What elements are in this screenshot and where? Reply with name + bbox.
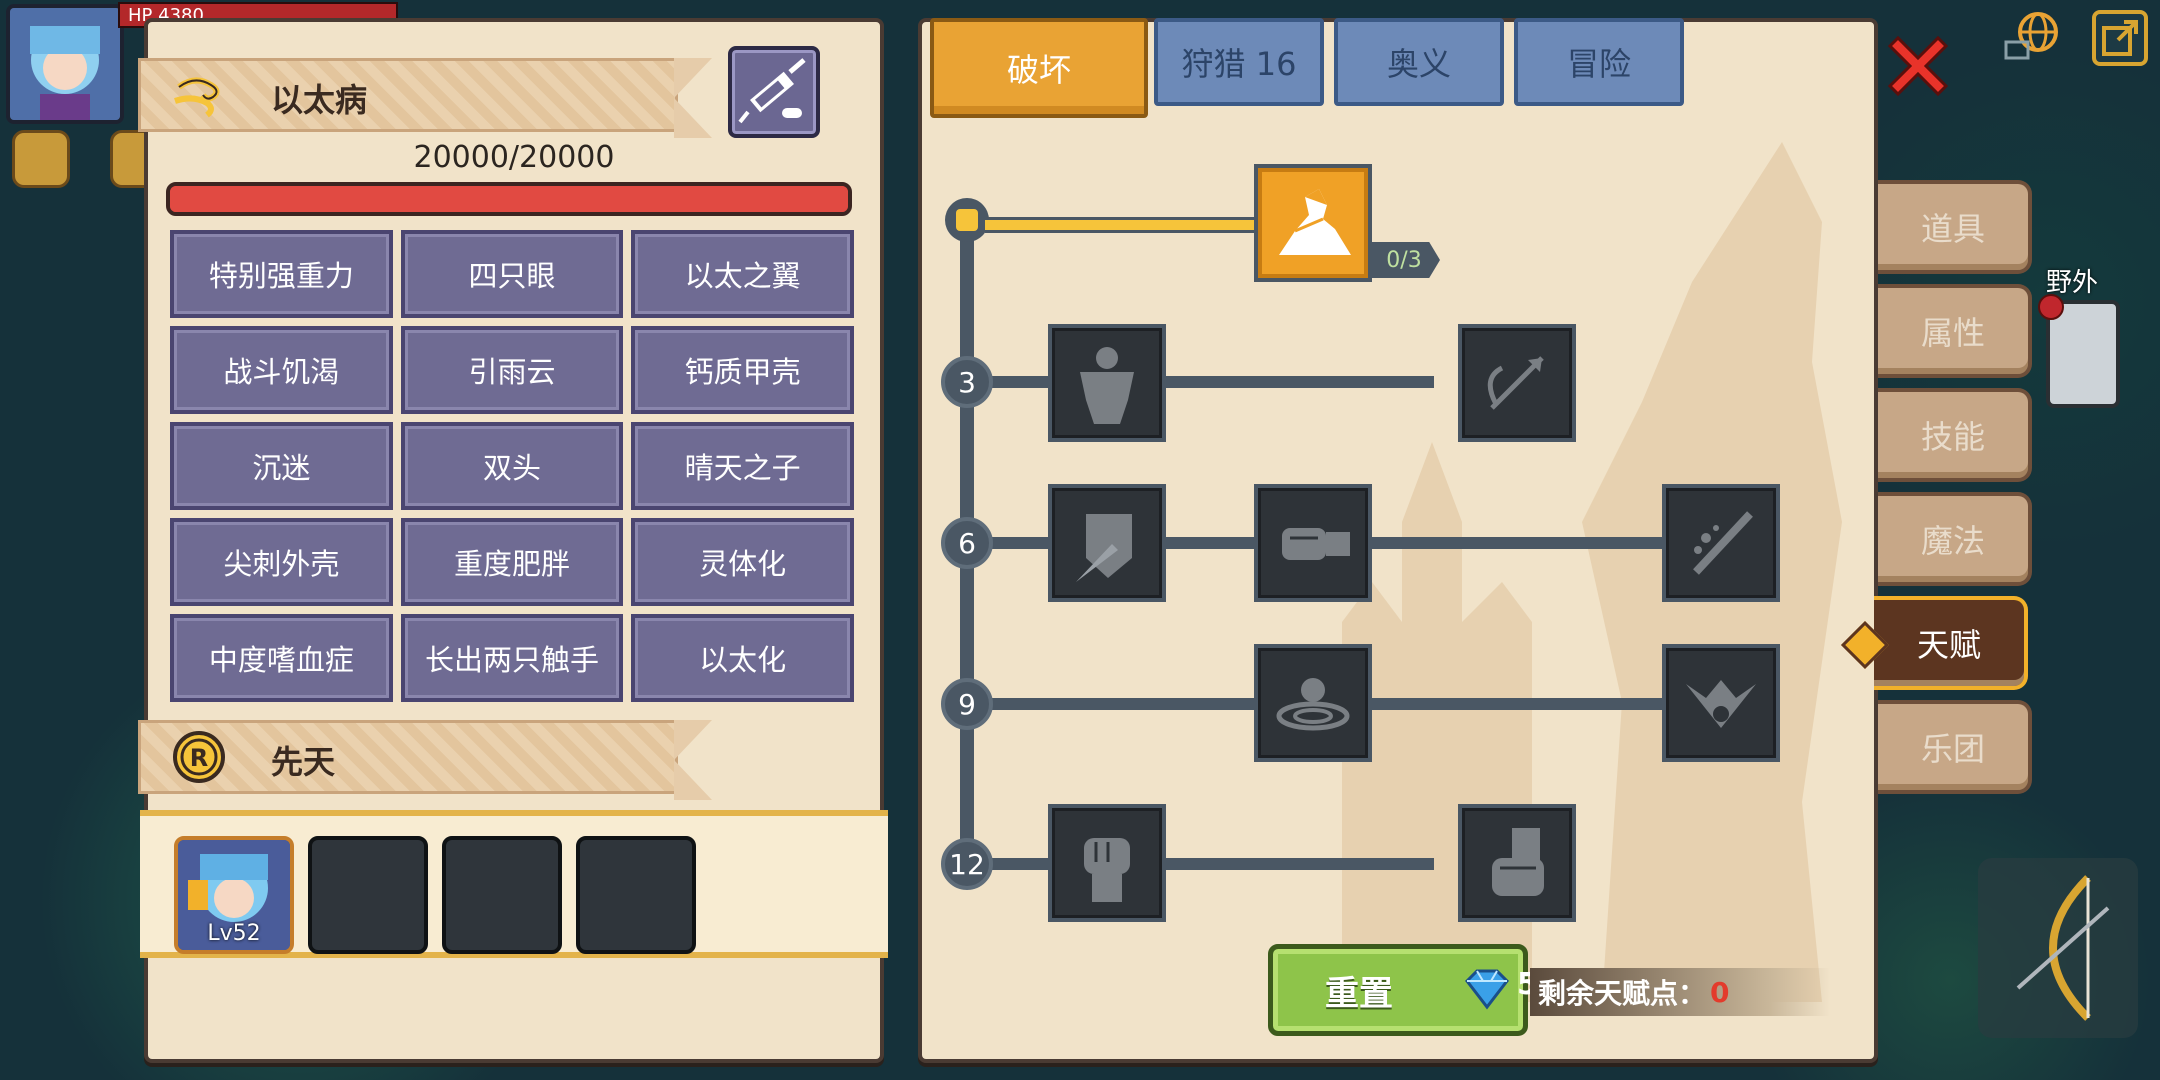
trait-cell[interactable]: 长出两只触手: [400, 614, 624, 702]
trait-cell[interactable]: 沉迷: [170, 422, 393, 510]
diamond-gem-icon: [1465, 969, 1509, 1010]
side-menu-magic[interactable]: 魔法: [1878, 492, 2032, 586]
skill-muscle-body[interactable]: [1048, 324, 1166, 442]
trait-cell[interactable]: 重度肥胖: [400, 518, 624, 606]
trait-cell[interactable]: 四只眼: [400, 230, 624, 318]
skill-sword-splash[interactable]: [1662, 484, 1780, 602]
arm-wrestle-icon: [1279, 189, 1351, 255]
trait-cell[interactable]: 中度嗜血症: [170, 614, 393, 702]
disease-hp-fill: [170, 186, 848, 212]
side-menu-skills[interactable]: 技能: [1878, 388, 2032, 482]
tree-root-marker: [956, 209, 978, 231]
disease-hp-text: 20000/20000: [413, 140, 615, 175]
muscle-body-icon: [1080, 347, 1134, 424]
ether-wind-icon: [174, 77, 220, 118]
tab-destroy[interactable]: 破坏: [930, 18, 1148, 118]
innate-r-icon: R: [173, 731, 225, 783]
remaining-label: 剩余天赋点：: [1538, 977, 1707, 1010]
demon-wings-icon: [1686, 680, 1756, 728]
tree-active-connector: [985, 217, 1257, 233]
bow-weapon-button[interactable]: [1978, 858, 2138, 1038]
disease-title: 以太病: [271, 81, 368, 119]
innate-slot-empty[interactable]: [442, 836, 562, 954]
trait-grid: 特别强重力 四只眼 以太之翼战斗饥渴 引雨云 钙质甲壳沉迷 双头 晴天之子尖刺外壳 重度肥胖灵…: [170, 230, 854, 702]
ripple-orb-icon: [1276, 678, 1350, 731]
trait-cell[interactable]: 灵体化: [631, 518, 854, 606]
skill-ripple-orb[interactable]: [1254, 644, 1372, 762]
skill-counter: 0/3: [1368, 242, 1440, 278]
skill-demon-wings[interactable]: [1662, 644, 1780, 762]
side-menu-talent[interactable]: 天赋: [1874, 596, 2028, 690]
tier-level-node: 12: [941, 838, 993, 890]
trait-cell[interactable]: 以太之翼: [631, 230, 854, 318]
shield-slash-icon: [1076, 514, 1132, 582]
trait-cell[interactable]: 特别强重力: [170, 230, 393, 318]
skill-dodge-arrow[interactable]: [1458, 324, 1576, 442]
tier-connector: [974, 858, 1434, 870]
buff-badge-icon[interactable]: [12, 130, 70, 188]
skill-raised-fist[interactable]: [1048, 804, 1166, 922]
side-menu-items[interactable]: 道具: [1878, 180, 2032, 274]
syringe-icon: [738, 58, 806, 124]
character-portrait-icon: [10, 8, 120, 120]
sword-splash-icon: [1693, 511, 1753, 575]
innate-slot-empty[interactable]: [308, 836, 428, 954]
globe-language-icon[interactable]: [2004, 10, 2064, 66]
tier-level-node: 3: [941, 356, 993, 408]
gauntlet-fist-icon: [1492, 828, 1544, 896]
skill-gauntlet-fist[interactable]: [1458, 804, 1576, 922]
trait-cell[interactable]: 晴天之子: [631, 422, 854, 510]
remaining-value: 0: [1710, 975, 1730, 1009]
trait-cell[interactable]: 双头: [400, 422, 624, 510]
svg-text:R: R: [190, 744, 208, 772]
reset-label: 重置: [1325, 973, 1393, 1014]
dodge-arrow-icon: [1487, 356, 1544, 410]
disease-hp-bar: [166, 182, 852, 216]
skill-shield-slash[interactable]: [1048, 484, 1166, 602]
close-icon[interactable]: [1880, 28, 1956, 104]
remaining-talent-points: 剩余天赋点： 0: [1530, 968, 1830, 1016]
side-menu-band[interactable]: 乐团: [1878, 700, 2032, 794]
skill-arm-wrestle[interactable]: [1254, 164, 1372, 282]
tier-level-node: 9: [941, 678, 993, 730]
innate-title-ribbon: R 先天: [138, 720, 678, 794]
trait-cell[interactable]: 钙质甲壳: [631, 326, 854, 414]
innate-slots-row: Lv52: [140, 810, 888, 958]
external-link-button[interactable]: [2092, 10, 2148, 66]
side-menu-attributes[interactable]: 属性: [1878, 284, 2032, 378]
tier-level-node: 6: [941, 517, 993, 569]
disease-title-ribbon: 以太病: [138, 58, 678, 132]
reset-talents-button[interactable]: 重置 5: [1268, 944, 1538, 1036]
trait-cell[interactable]: 战斗饥渴: [170, 326, 393, 414]
tab-hunt[interactable]: 狩猎 16: [1154, 18, 1324, 106]
disease-panel: 以太病 20000/20000 特别强重力 四只眼 以太之翼战斗饥渴 引雨云 钙质甲壳沉…: [138, 18, 888, 1063]
innate-slot-character[interactable]: Lv52: [174, 836, 294, 954]
trait-cell[interactable]: 引雨云: [400, 326, 624, 414]
slot-level: Lv52: [207, 921, 261, 946]
trait-cell[interactable]: 以太化: [631, 614, 854, 702]
tier-connector: [974, 376, 1434, 388]
syringe-button[interactable]: [728, 46, 820, 138]
notification-dot: [2038, 294, 2064, 320]
trait-cell[interactable]: 尖刺外壳: [170, 518, 393, 606]
tab-adventure[interactable]: 冒险: [1514, 18, 1684, 106]
ribbon-tail: [674, 720, 712, 800]
player-avatar[interactable]: [6, 4, 124, 124]
innate-slot-empty[interactable]: [576, 836, 696, 954]
external-link-icon: [2102, 20, 2138, 56]
innate-title: 先天: [271, 743, 336, 781]
tab-mystery[interactable]: 奥义: [1334, 18, 1504, 106]
bow-icon: [2016, 875, 2110, 1021]
skill-fist-punch[interactable]: [1254, 484, 1372, 602]
raised-fist-icon: [1084, 838, 1130, 902]
fist-punch-icon: [1282, 528, 1350, 560]
phone-device-button[interactable]: [2038, 294, 2120, 408]
ribbon-tail: [674, 58, 712, 138]
